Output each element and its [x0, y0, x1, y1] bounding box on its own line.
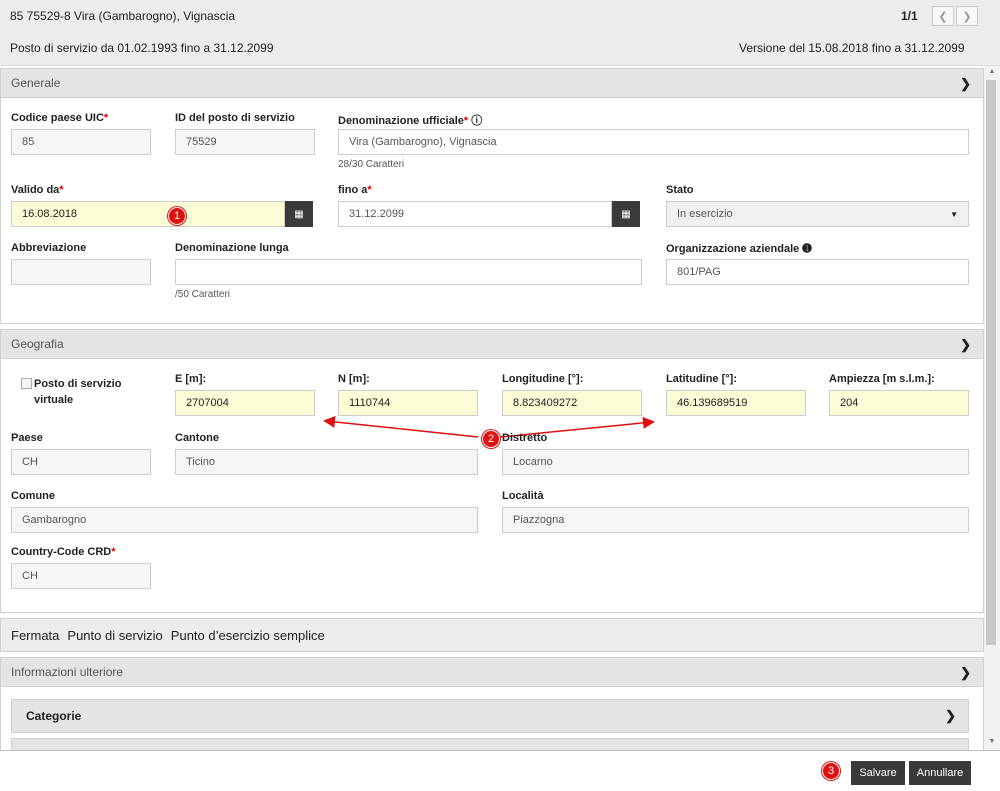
tab-punto-di-servizio[interactable]: Punto di servizio — [67, 628, 162, 643]
categorie-title: Categorie — [26, 709, 82, 723]
paese-label: Paese — [11, 432, 43, 444]
scroll-up-arrow[interactable]: ▲ — [986, 68, 998, 80]
version-text: Versione del 15.08.2018 fino a 31.12.209… — [739, 41, 965, 55]
collapsed-subsection-header[interactable] — [11, 738, 969, 750]
chevron-right-icon: ❯ — [962, 10, 972, 23]
arrow-left — [323, 415, 479, 438]
title-bar: 85 75529-8 Vira (Gambarogno), Vignascia … — [0, 0, 1000, 32]
crd-label: Country-Code CRD* — [11, 546, 116, 558]
footer-bar: 3 Salvare Annullare — [0, 750, 1000, 791]
validity-bar: Posto di servizio da 01.02.1993 fino a 3… — [0, 32, 1000, 66]
chevron-left-icon: ❮ — [938, 10, 948, 23]
record-title: 85 75529-8 Vira (Gambarogno), Vignascia — [10, 9, 236, 23]
cantone-label: Cantone — [175, 432, 219, 444]
paese-field[interactable]: CH — [11, 449, 151, 475]
localita-label: Località — [502, 490, 544, 502]
comune-field[interactable]: Gambarogno — [11, 507, 478, 533]
annotation-marker-3: 3 — [822, 762, 840, 780]
validity-text: Posto di servizio da 01.02.1993 fino a 3… — [10, 41, 274, 55]
save-button[interactable]: Salvare — [851, 761, 905, 785]
type-tabs: Fermata Punto di servizio Punto d’eserci… — [0, 618, 984, 652]
chevron-right-icon[interactable]: ❯ — [945, 708, 956, 724]
cancel-button[interactable]: Annullare — [909, 761, 971, 785]
distretto-field[interactable]: Locarno — [502, 449, 969, 475]
categorie-header[interactable]: Categorie ❯ — [11, 699, 969, 733]
chevron-right-icon[interactable]: ❯ — [960, 665, 971, 681]
section-info-header[interactable]: Informazioni ulteriore ❯ — [0, 657, 984, 687]
prev-button[interactable]: ❮ — [932, 6, 954, 26]
distretto-label: Distretto — [502, 432, 548, 444]
next-button[interactable]: ❯ — [956, 6, 978, 26]
scroll-down-arrow[interactable]: ▼ — [986, 738, 998, 750]
tab-punto-esercizio-semplice[interactable]: Punto d’esercizio semplice — [171, 628, 325, 643]
localita-field[interactable]: Piazzogna — [502, 507, 969, 533]
scrollbar-thumb[interactable] — [986, 80, 996, 645]
cantone-field[interactable]: Ticino — [175, 449, 478, 475]
comune-label: Comune — [11, 490, 55, 502]
section-title: Informazioni ulteriore — [11, 665, 124, 679]
annotation-marker-2: 2 — [482, 430, 500, 448]
tab-fermata[interactable]: Fermata — [11, 628, 59, 643]
pager-count: 1/1 — [901, 9, 918, 23]
crd-field[interactable]: CH — [11, 563, 151, 589]
form-content: Generale ❯ Codice paese UIC* 85 ID del p… — [0, 66, 984, 750]
